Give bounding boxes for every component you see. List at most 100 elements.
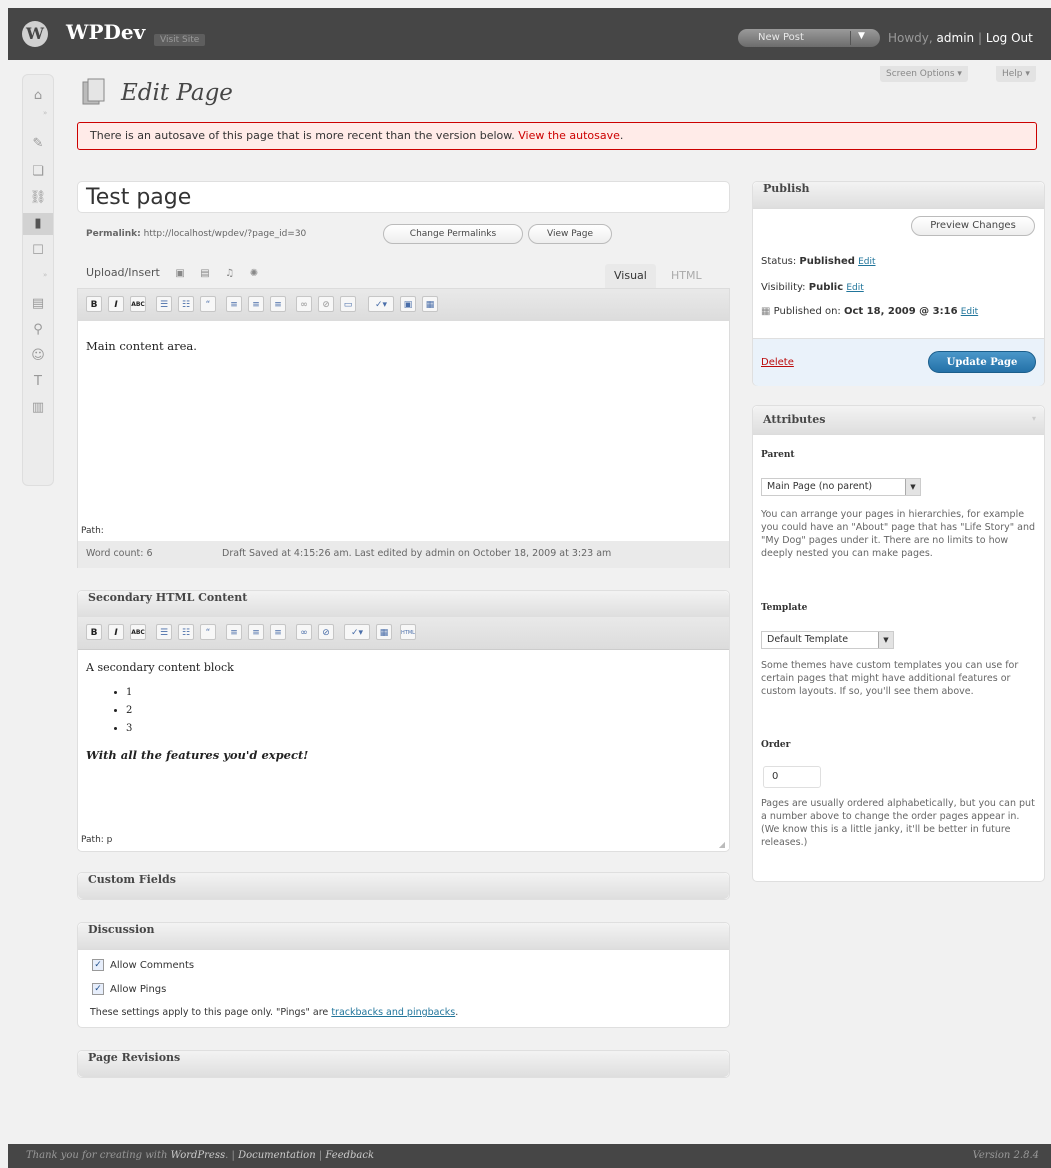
update-page-button[interactable]: Update Page [928,351,1036,373]
align-left-icon[interactable]: ≡ [226,624,242,640]
bold-button[interactable]: B [86,296,102,312]
allow-comments-checkbox[interactable]: ✓ [92,959,104,971]
add-video-icon[interactable]: ▤ [200,268,209,279]
allow-comments-row[interactable]: ✓ Allow Comments [92,959,194,971]
menu-users-icon[interactable]: ☺ [23,345,53,367]
logout-link[interactable]: Log Out [986,31,1033,45]
allow-pings-row[interactable]: ✓ Allow Pings [92,983,166,995]
numbered-list-icon[interactable]: ☷ [178,296,194,312]
view-page-button[interactable]: View Page [528,224,612,244]
bullet-list-icon[interactable]: ☰ [156,624,172,640]
allow-pings-label[interactable]: Allow Pings [110,984,166,995]
page-revisions-title[interactable]: Page Revisions [78,1051,729,1077]
list-item[interactable]: 1 [126,684,721,702]
numbered-list-icon[interactable]: ☷ [178,624,194,640]
published-on-edit-link[interactable]: Edit [961,307,978,317]
visibility-edit-link[interactable]: Edit [846,283,863,293]
visit-site-button[interactable]: Visit Site [154,34,206,46]
list-item[interactable]: 3 [126,720,721,738]
spellcheck-icon[interactable]: ✓▾ [368,296,394,312]
allow-pings-checkbox[interactable]: ✓ [92,983,104,995]
menu-pages-icon[interactable]: ▮ [23,213,53,235]
parent-select[interactable]: Main Page (no parent) ▼ [761,478,921,496]
menu-appearance-icon[interactable]: ▤ [23,293,53,315]
menu-links-icon[interactable]: ⛓ [23,187,53,209]
help-label[interactable]: Help [1002,69,1023,79]
insert-link-icon[interactable]: ∞ [296,624,312,640]
align-center-icon[interactable]: ≡ [248,296,264,312]
strikethrough-button[interactable]: ABC [130,624,146,640]
secondary-content-area[interactable]: A secondary content block 1 2 3 With all… [78,651,729,827]
post-title-input[interactable]: Test page [77,181,730,213]
main-content-text[interactable]: Main content area. [86,339,197,353]
tab-html[interactable]: HTML [662,264,711,288]
feedback-link[interactable]: Feedback [325,1150,374,1161]
order-input[interactable]: 0 [763,766,821,788]
bullet-list-icon[interactable]: ☰ [156,296,172,312]
spellcheck-icon[interactable]: ✓▾ [344,624,370,640]
delete-link[interactable]: Delete [761,357,794,368]
bold-button[interactable]: B [86,624,102,640]
template-select[interactable]: Default Template ▼ [761,631,894,649]
resize-handle-icon[interactable]: ◢ [719,840,725,849]
discussion-title[interactable]: Discussion [78,923,729,950]
secondary-closing[interactable]: With all the features you'd expect! [86,748,721,762]
align-center-icon[interactable]: ≡ [248,624,264,640]
template-selected-value[interactable]: Default Template [767,634,848,645]
help-tab[interactable]: Help ▾ [996,66,1036,82]
screen-options-tab[interactable]: Screen Options ▾ [880,66,968,82]
toggle-arrow-icon[interactable]: ▾ [1032,414,1036,423]
kitchen-sink-icon[interactable]: ▦ [422,296,438,312]
trackbacks-link[interactable]: trackbacks and pingbacks [331,1007,455,1018]
blockquote-icon[interactable]: “ [200,624,216,640]
site-title[interactable]: WPDev [66,20,145,44]
view-autosave-link[interactable]: View the autosave [518,129,620,142]
secondary-box-title[interactable]: Secondary HTML Content [78,591,729,618]
change-permalinks-button[interactable]: Change Permalinks [383,224,523,244]
blockquote-icon[interactable]: “ [200,296,216,312]
attributes-title[interactable]: Attributes [753,406,1044,435]
add-media-icon[interactable]: ✺ [250,268,258,279]
strikethrough-button[interactable]: ABC [130,296,146,312]
parent-selected-value[interactable]: Main Page (no parent) [767,481,872,492]
main-content-area[interactable]: Main content area. [78,321,729,521]
new-post-button[interactable]: New Post ▼ [738,29,880,47]
unlink-icon[interactable]: ⊘ [318,624,334,640]
chevron-down-icon[interactable]: ▼ [878,632,893,648]
add-image-icon[interactable]: ▣ [175,268,184,279]
align-left-icon[interactable]: ≡ [226,296,242,312]
fullscreen-icon[interactable]: ▣ [400,296,416,312]
italic-button[interactable]: I [108,624,124,640]
wordpress-logo-icon[interactable]: W [22,21,48,47]
tab-visual[interactable]: Visual [605,264,656,288]
menu-dashboard-icon[interactable]: ⌂ [23,85,53,107]
more-tag-icon[interactable]: ▭ [340,296,356,312]
permalink-url[interactable]: http://localhost/wpdev/?page_id=30 [144,229,307,239]
unlink-icon[interactable]: ⊘ [318,296,334,312]
preview-changes-button[interactable]: Preview Changes [911,216,1035,236]
secondary-intro[interactable]: A secondary content block [86,661,721,674]
menu-media-icon[interactable]: ❏ [23,161,53,183]
html-source-icon[interactable]: HTML [400,624,416,640]
align-right-icon[interactable]: ≡ [270,296,286,312]
menu-plugins-icon[interactable]: ⚲ [23,319,53,341]
wordpress-link[interactable]: WordPress [171,1150,226,1161]
screen-options-label[interactable]: Screen Options [886,69,955,79]
custom-fields-title[interactable]: Custom Fields [78,873,729,899]
publish-title[interactable]: Publish [753,182,1044,209]
chevron-down-icon[interactable]: ▼ [905,479,920,495]
allow-comments-label[interactable]: Allow Comments [110,960,194,971]
italic-button[interactable]: I [108,296,124,312]
new-post-label[interactable]: New Post [758,32,804,43]
menu-posts-icon[interactable]: ✎ [23,133,53,155]
status-edit-link[interactable]: Edit [858,257,875,267]
menu-comments-icon[interactable]: ☐ [23,240,53,262]
insert-link-icon[interactable]: ∞ [296,296,312,312]
chevron-down-icon[interactable]: ▼ [858,31,865,41]
menu-settings-icon[interactable]: ▥ [23,397,53,419]
add-audio-icon[interactable]: ♫ [225,268,234,279]
align-right-icon[interactable]: ≡ [270,624,286,640]
user-profile-link[interactable]: admin [937,31,975,45]
menu-tools-icon[interactable]: T [23,371,53,393]
kitchen-sink-icon[interactable]: ▦ [376,624,392,640]
